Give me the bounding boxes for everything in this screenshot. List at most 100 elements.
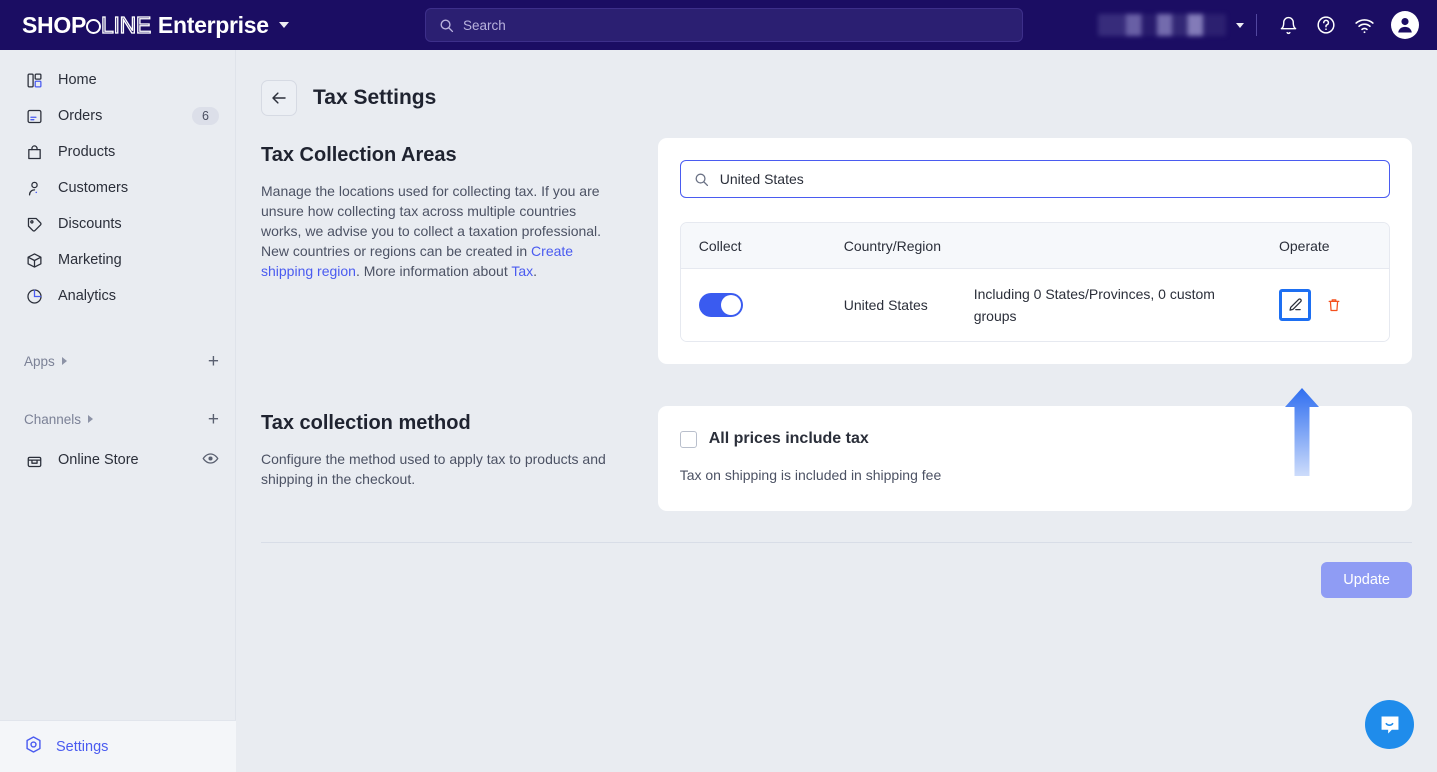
sidebar-item-orders[interactable]: Orders 6 [0,98,235,134]
toggle-knob [720,295,741,315]
add-app-button[interactable]: + [208,352,219,371]
help-button[interactable] [1307,0,1345,50]
tax-collection-areas-section: Tax Collection Areas Manage the location… [236,116,1437,364]
collect-toggle[interactable] [698,293,743,317]
sidebar-item-marketing[interactable]: Marketing [0,242,235,278]
preview-store-button[interactable] [202,450,219,471]
tax-collection-method-section: Tax collection method Configure the meth… [236,364,1437,511]
column-header-collect: Collect [698,237,742,254]
tax-areas-desc-part-2: . More information about [355,263,512,279]
avatar-icon [1398,17,1412,33]
top-bar-actions [1098,0,1419,50]
tax-method-description-column: Tax collection method Configure the meth… [261,406,613,511]
main-content: Tax Settings Tax Collection Areas Manage… [236,50,1437,772]
chevron-right-icon [88,415,94,423]
discounts-icon [24,214,44,234]
user-avatar[interactable] [1391,11,1419,39]
add-channel-button[interactable]: + [208,410,219,429]
notifications-button[interactable] [1269,0,1307,50]
sidebar-item-products[interactable]: Products [0,134,235,170]
country-name-cell: United States [843,297,928,313]
brand-logo[interactable]: SHOP LINE Enterprise [0,11,289,39]
footer-actions: Update [236,543,1437,598]
trash-icon [1328,299,1340,312]
sidebar-item-label: Home [58,72,97,88]
page-title: Tax Settings [313,86,437,109]
logo-mark-icon [85,18,101,34]
sidebar-group-channels[interactable]: Channels + [0,402,235,436]
connectivity-button[interactable] [1345,0,1383,50]
sidebar-item-customers[interactable]: Customers [0,170,235,206]
table-row: United States Including 0 States/Provinc… [680,269,1389,341]
edit-row-button[interactable] [1279,289,1311,321]
back-button[interactable] [261,80,297,116]
collect-cell [681,293,844,317]
settings-gear-icon [24,735,43,758]
tax-areas-desc-part-3: . [533,263,538,279]
country-detail-cell: Including 0 States/Provinces, 0 custom g… [973,286,1215,324]
global-search-placeholder: Search [463,17,506,33]
settings-label: Settings [56,738,109,755]
sidebar-item-discounts[interactable]: Discounts [0,206,235,242]
customers-icon [24,178,44,198]
sidebar-item-home[interactable]: Home [0,62,235,98]
column-header-country: Country/Region [843,237,941,254]
update-button[interactable]: Update [1321,562,1412,598]
sidebar-item-label: Customers [58,180,129,196]
store-switcher-chevron-down-icon[interactable] [1236,22,1244,28]
marketing-icon [24,250,44,270]
sidebar-item-label: Analytics [58,288,117,304]
delete-row-button[interactable] [1321,291,1347,319]
chevron-down-icon[interactable] [278,22,289,28]
orders-icon [24,106,44,126]
chat-bubble-icon [1381,716,1398,733]
all-prices-include-tax-checkbox[interactable] [679,430,697,448]
home-icon [24,70,44,90]
help-circle-icon [1317,16,1335,34]
analytics-icon [24,286,44,306]
arrow-up-icon [1285,388,1319,476]
divider [1256,14,1257,36]
all-prices-include-tax-label: All prices include tax [708,430,869,447]
sidebar-item-analytics[interactable]: Analytics [0,278,235,314]
tax-areas-heading: Tax Collection Areas [261,144,457,166]
tax-method-description: Configure the method used to apply tax t… [261,451,606,487]
sidebar-item-label: Online Store [58,452,139,468]
column-header-operate: Operate [1279,237,1330,254]
wifi-icon [1354,18,1374,33]
tax-link[interactable]: Tax [511,263,533,279]
eye-icon [202,452,219,464]
orders-count-badge: 6 [192,106,219,126]
logo-line-text: LINE [100,11,152,38]
sidebar-item-online-store[interactable]: Online Store [0,442,235,478]
store-name-redacted [1098,14,1226,36]
global-search-input[interactable]: Search [425,8,1023,42]
logo-shop-text: SHOP [22,11,86,38]
country-search-value: United States [719,171,804,187]
chevron-right-icon [61,357,67,365]
search-icon [695,173,708,186]
arrow-left-icon [272,92,286,104]
top-bar: SHOP LINE Enterprise Search [0,0,1437,50]
sidebar-item-label: Marketing [58,252,122,268]
logo-enterprise-text: Enterprise [157,11,269,38]
tax-areas-description: Manage the locations used for collecting… [261,181,613,281]
tax-areas-card: United States Collect Country/Region Ope… [657,138,1412,364]
tax-method-heading: Tax collection method [261,412,471,434]
sidebar-item-label: Products [58,144,116,160]
table-header-row: Collect Country/Region Operate [680,223,1389,269]
sidebar-item-settings[interactable]: Settings [0,720,236,772]
logo-text: SHOP LINE Enterprise [22,11,269,39]
country-search-input[interactable]: United States [679,160,1390,198]
sidebar: Home Orders 6 Products Customers Discoun… [0,50,236,772]
annotation-arrow [1284,388,1320,476]
sidebar-group-apps[interactable]: Apps + [0,344,235,378]
bell-icon [1280,16,1296,34]
tax-areas-description-column: Tax Collection Areas Manage the location… [261,138,613,364]
operate-cell [1279,289,1389,321]
page-header: Tax Settings [236,50,1437,116]
apps-group-label: Apps [24,353,55,369]
store-icon [24,450,44,470]
products-icon [24,142,44,162]
chat-launcher-button[interactable] [1365,700,1414,749]
